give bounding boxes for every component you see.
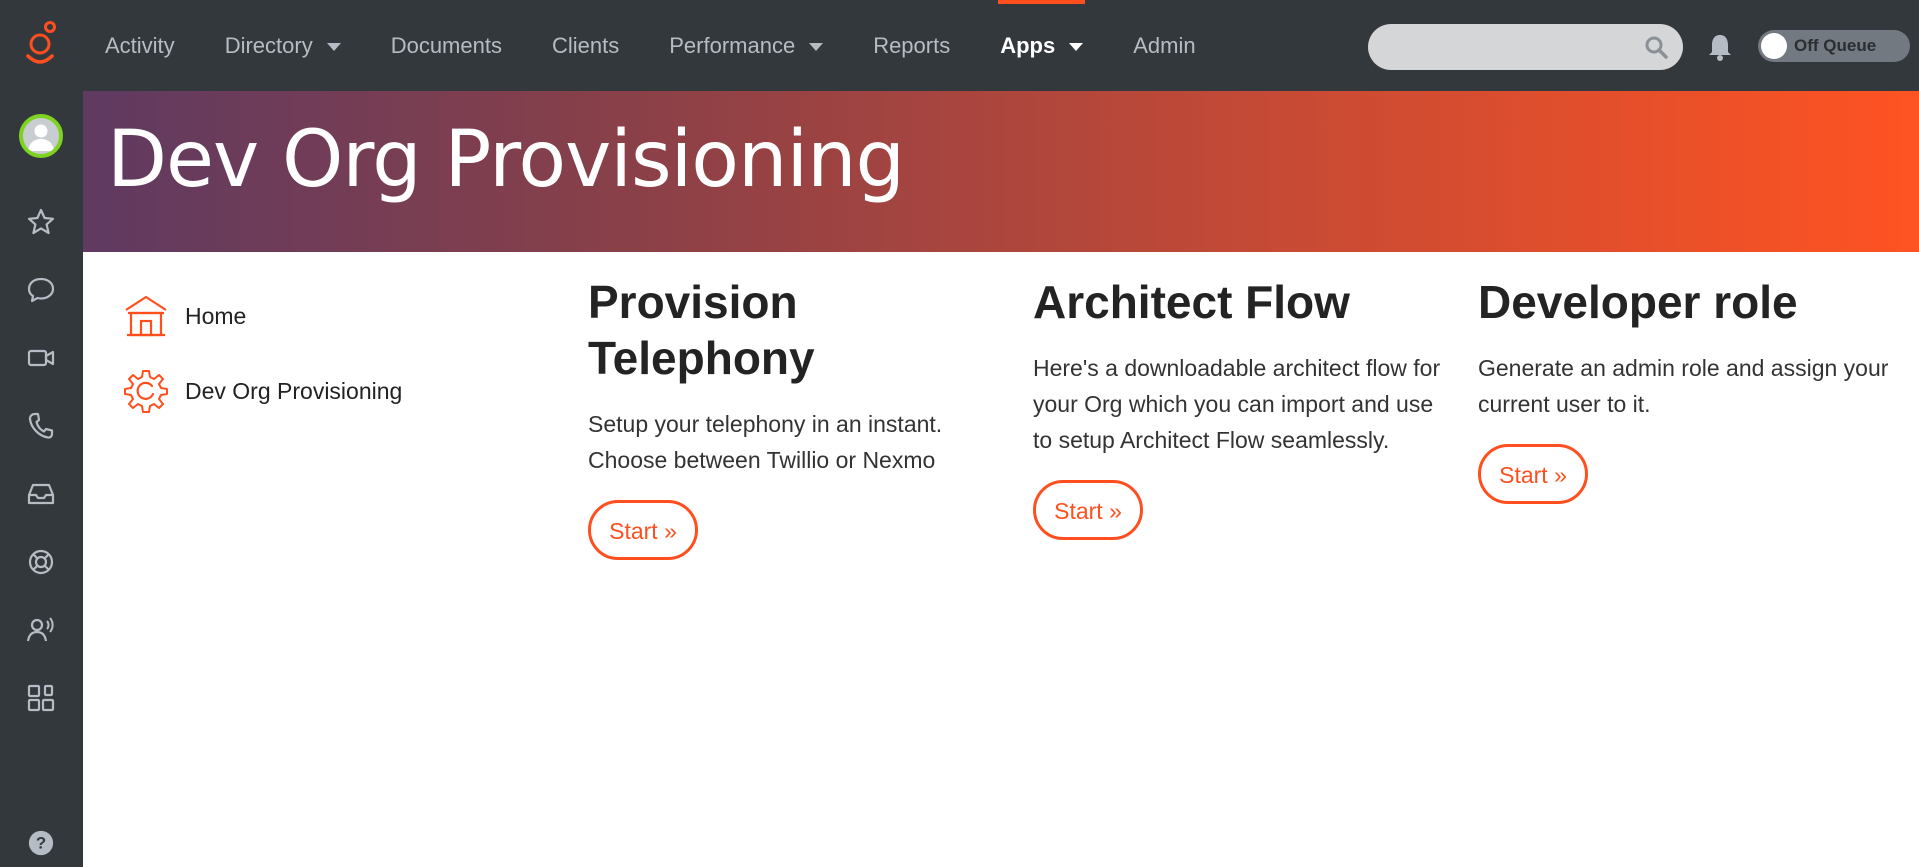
queue-status-label: Off Queue <box>1794 36 1877 55</box>
card-title: Provision Telephony <box>588 276 815 384</box>
card-title: Developer role <box>1478 276 1798 328</box>
nav-performance[interactable]: Performance <box>669 0 824 91</box>
gear-icon <box>124 370 168 413</box>
help-button[interactable]: ? <box>20 822 62 864</box>
support-button[interactable] <box>20 541 62 583</box>
nav-documents[interactable]: Documents <box>391 0 502 91</box>
apps-grid-button[interactable] <box>20 677 62 719</box>
sidenav-dev-org-label: Dev Org Provisioning <box>185 377 403 404</box>
card-developer-role: Developer role Generate an admin role an… <box>1478 274 1898 504</box>
video-icon <box>27 349 55 367</box>
page-header-banner: Dev Org Provisioning <box>83 91 1919 252</box>
phone-button[interactable] <box>20 405 62 447</box>
video-button[interactable] <box>20 337 62 379</box>
search-icon[interactable] <box>1643 34 1669 60</box>
nav-admin-label: Admin <box>1133 32 1196 58</box>
side-navigation: Home Dev Org Provisioning <box>123 287 483 437</box>
star-icon <box>27 208 55 235</box>
main-content: Dev Org Provisioning Home Dev Org Provis… <box>83 91 1919 867</box>
nav-reports-label: Reports <box>873 32 951 58</box>
nav-apps[interactable]: Apps <box>998 0 1086 91</box>
nav-directory[interactable]: Directory <box>225 0 341 91</box>
apps-grid-icon <box>27 684 55 712</box>
card-description: Generate an admin role and assign your c… <box>1478 355 1889 417</box>
avatar[interactable] <box>19 114 63 158</box>
chevron-down-icon <box>1069 42 1084 51</box>
search-input[interactable] <box>1368 24 1683 70</box>
nav-admin[interactable]: Admin <box>1133 0 1195 91</box>
voice-user-button[interactable] <box>20 609 62 651</box>
card-description: Setup your telephony in an instant. Choo… <box>588 411 943 473</box>
nav-documents-label: Documents <box>390 32 502 58</box>
nav-performance-label: Performance <box>669 32 796 58</box>
card-title: Architect Flow <box>1033 276 1350 328</box>
lifebuoy-icon <box>28 549 54 575</box>
nav-reports[interactable]: Reports <box>873 0 950 91</box>
svg-text:?: ? <box>36 834 46 853</box>
nav-directory-label: Directory <box>224 32 313 58</box>
main-nav: Activity Directory Documents Clients Per… <box>105 0 1246 91</box>
sidenav-item-home[interactable]: Home <box>123 287 483 345</box>
nav-clients-label: Clients <box>551 32 620 58</box>
inbox-button[interactable] <box>20 473 62 515</box>
chevron-down-icon <box>809 42 824 51</box>
sidenav-home-label: Home <box>185 302 247 329</box>
chat-icon <box>27 277 55 303</box>
nav-clients[interactable]: Clients <box>552 0 619 91</box>
sidenav-item-dev-org-provisioning[interactable]: Dev Org Provisioning <box>123 362 483 420</box>
phone-icon <box>28 412 54 439</box>
favorites-button[interactable] <box>20 201 62 243</box>
start-button[interactable]: Start » <box>1033 480 1143 540</box>
chat-button[interactable] <box>20 269 62 311</box>
start-button[interactable]: Start » <box>1478 444 1588 504</box>
home-icon <box>125 295 167 337</box>
notification-bell-icon[interactable] <box>1706 32 1734 62</box>
card-description: Here's a downloadable architect flow for… <box>1033 355 1441 453</box>
user-icon <box>28 124 54 151</box>
nav-apps-label: Apps <box>1000 32 1056 58</box>
card-architect-flow: Architect Flow Here's a downloadable arc… <box>1033 274 1448 540</box>
nav-activity[interactable]: Activity <box>105 0 175 91</box>
page-title: Dev Org Provisioning <box>107 115 905 205</box>
chevron-down-icon <box>326 42 341 51</box>
inbox-icon <box>27 483 55 505</box>
toggle-knob <box>1761 33 1787 59</box>
voice-user-icon <box>26 617 54 642</box>
help-icon: ? <box>28 830 54 856</box>
start-button[interactable]: Start » <box>588 500 698 560</box>
card-provision-telephony: Provision Telephony Setup your telephony… <box>588 274 988 560</box>
queue-status-toggle[interactable]: Off Queue <box>1758 30 1910 62</box>
nav-activity-label: Activity <box>105 32 175 58</box>
genesys-logo-icon[interactable] <box>20 20 64 72</box>
top-navigation-bar: Activity Directory Documents Clients Per… <box>0 0 1919 91</box>
